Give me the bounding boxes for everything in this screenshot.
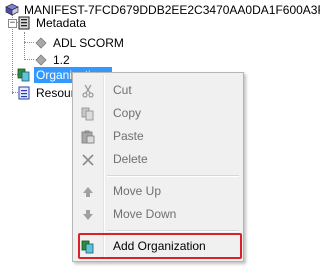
menu-item-move-down[interactable]: Move Down: [73, 203, 243, 225]
menu-item-label: Move Up: [113, 184, 162, 198]
menu-item-label: Delete: [113, 152, 148, 166]
gray-diamond-icon: [34, 36, 48, 50]
scissors-icon: [81, 83, 95, 98]
menu-item-copy[interactable]: Copy: [73, 102, 243, 124]
menu-item-label: Paste: [113, 129, 144, 143]
organization-icon: [17, 68, 31, 82]
menu-item-label: Move Down: [113, 207, 177, 221]
tree-node-label: Metadata: [36, 16, 87, 30]
tree-node-metadata[interactable]: Metadata: [17, 15, 88, 31]
menu-item-paste[interactable]: Paste: [73, 125, 243, 147]
arrow-down-icon: [81, 207, 95, 221]
paste-icon: [81, 129, 95, 144]
tree-line: [24, 42, 34, 43]
copy-icon: [81, 106, 95, 121]
highlight-annotation-box: [78, 233, 242, 259]
menu-separator: [107, 230, 239, 232]
menu-item-label: Cut: [113, 83, 132, 97]
gray-diamond-icon: [34, 53, 48, 67]
tree-line: [24, 59, 34, 60]
resources-icon: [17, 86, 31, 100]
menu-item-delete[interactable]: Delete: [73, 148, 243, 170]
menu-item-move-up[interactable]: Move Up: [73, 180, 243, 202]
menu-item-cut[interactable]: Cut: [73, 79, 243, 101]
delete-x-icon: [81, 152, 95, 166]
metadata-folder-icon: [17, 16, 31, 30]
tree-node-label: 1.2: [53, 53, 70, 67]
tree-node-label: ADL SCORM: [53, 36, 124, 50]
menu-item-label: Copy: [113, 106, 142, 120]
menu-separator: [107, 175, 239, 177]
arrow-up-icon: [81, 184, 95, 198]
tree-node-schema[interactable]: ADL SCORM: [34, 35, 126, 51]
tree-line: [24, 32, 25, 60]
collapse-toggle[interactable]: −: [8, 19, 17, 28]
tree-node-schema-version[interactable]: 1.2: [34, 52, 72, 68]
